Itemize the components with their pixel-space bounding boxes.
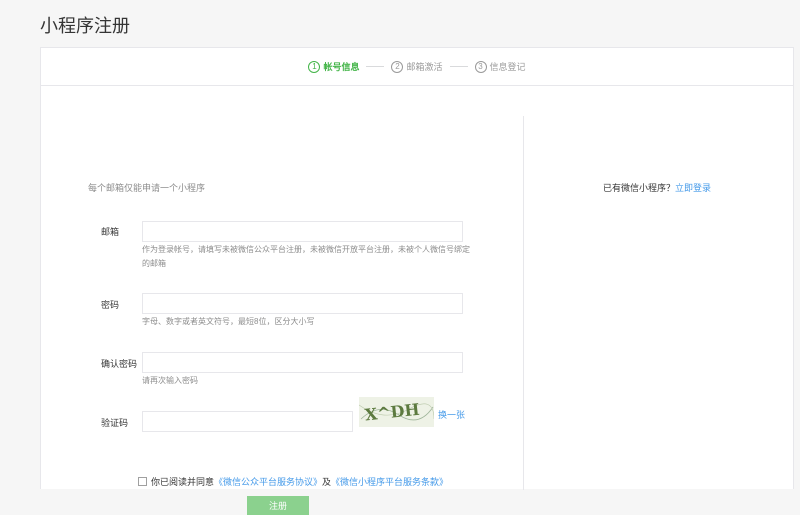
password-field[interactable]: [142, 293, 463, 314]
step-label: 信息登记: [489, 62, 526, 72]
side-panel: 已有微信小程序？立即登录: [524, 86, 795, 490]
confirm-password-field[interactable]: [142, 352, 463, 373]
email-field[interactable]: [142, 221, 463, 242]
email-label: 邮箱: [101, 227, 120, 237]
step-number-2: 2: [391, 60, 404, 73]
step-separator: [449, 66, 468, 67]
service-terms-link[interactable]: 《微信小程序平台服务条款》: [331, 475, 448, 488]
step-number-3: 3: [474, 60, 487, 73]
refresh-captcha-link[interactable]: 换一张: [438, 408, 465, 421]
register-button[interactable]: 注册: [247, 496, 309, 515]
step-email-activation: 2 邮箱激活: [391, 60, 443, 73]
agreement-row: 你已阅读并同意 《微信公众平台服务协议》 及 《微信小程序平台服务条款》: [138, 475, 448, 488]
step-label: 邮箱激活: [406, 62, 443, 72]
registration-form: 每个邮箱仅能申请一个小程序 邮箱 作为登录帐号，请填写未被微信公众平台注册，未被…: [41, 86, 523, 515]
registration-card: 1 帐号信息 2 邮箱激活 3 信息登记 每个邮箱仅能申请一个小程序 邮箱 作为…: [40, 47, 795, 515]
captcha-label: 验证码: [101, 418, 129, 428]
agreement-joiner: 及: [322, 477, 332, 487]
login-link[interactable]: 立即登录: [675, 183, 711, 193]
step-account-info: 1 帐号信息: [308, 60, 359, 73]
confirm-password-label: 确认密码: [101, 359, 138, 369]
step-separator: [366, 66, 385, 67]
captcha-image[interactable]: X^DH: [359, 397, 434, 427]
step-indicator: 1 帐号信息 2 邮箱激活 3 信息登记: [41, 48, 793, 86]
form-intro: 每个邮箱仅能申请一个小程序: [88, 183, 206, 193]
email-tip: 作为登录帐号，请填写未被微信公众平台注册，未被微信开放平台注册，未被个人微信号绑…: [142, 245, 470, 268]
service-agreement-link[interactable]: 《微信公众平台服务协议》: [214, 475, 322, 488]
page-title: 小程序注册: [40, 16, 130, 36]
existing-account-text: 已有微信小程序？立即登录: [603, 181, 711, 194]
scrollbar[interactable]: [794, 0, 800, 489]
step-number-1: 1: [308, 60, 321, 73]
existing-account-label: 已有微信小程序？: [603, 183, 676, 193]
confirm-password-tip: 请再次输入密码: [142, 376, 198, 385]
step-label: 帐号信息: [323, 62, 360, 72]
captcha-field[interactable]: [142, 411, 353, 432]
agreement-prefix: 你已阅读并同意: [151, 477, 215, 487]
password-tip: 字母、数字或者英文符号，最短8位，区分大小写: [142, 317, 315, 326]
step-info-registration: 3 信息登记: [474, 60, 526, 73]
agree-checkbox[interactable]: [138, 477, 147, 486]
password-label: 密码: [101, 300, 120, 310]
